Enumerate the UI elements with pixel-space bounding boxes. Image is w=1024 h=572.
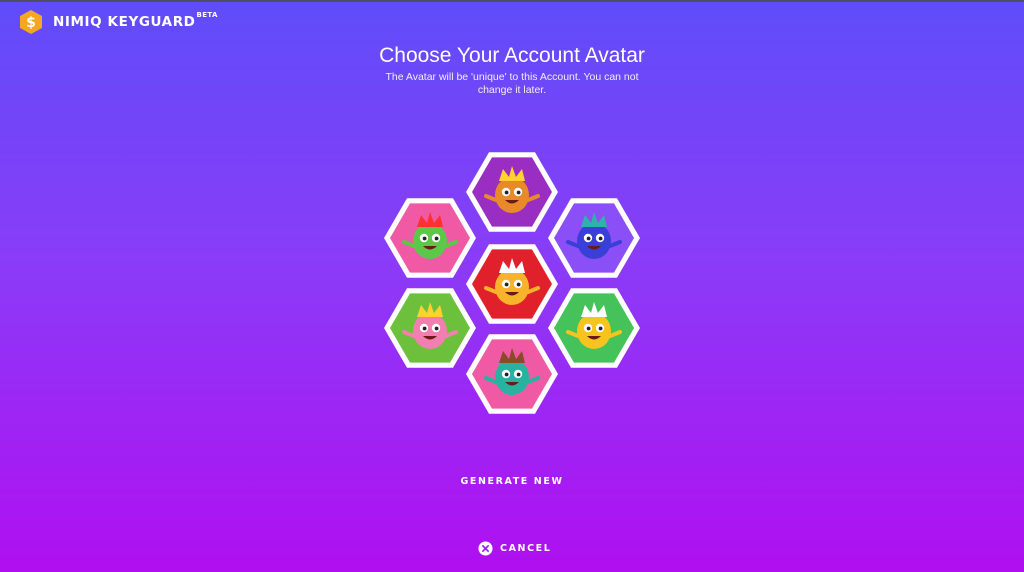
avatar-option-lower-left[interactable] (384, 288, 476, 368)
avatar-option-center[interactable] (466, 244, 558, 324)
generate-new-button[interactable]: GENERATE NEW (0, 476, 1024, 487)
close-circle-icon (478, 541, 493, 556)
avatar-option-top[interactable] (466, 152, 558, 232)
avatar-grid (382, 146, 642, 418)
page-title: Choose Your Account Avatar (379, 44, 645, 67)
app-header: $ NIMIQ KEYGUARD BETA (18, 9, 218, 35)
nimiq-logo-icon: $ (20, 10, 42, 34)
svg-text:$: $ (26, 15, 36, 31)
avatar-option-upper-right[interactable] (548, 198, 640, 278)
avatar-option-lower-right[interactable] (548, 288, 640, 368)
page-subtitle: The Avatar will be 'unique' to this Acco… (385, 71, 639, 96)
cancel-label: CANCEL (500, 543, 552, 554)
avatar-option-bottom[interactable] (466, 334, 558, 414)
window-top-edge (0, 0, 1024, 2)
beta-badge: BETA (196, 11, 218, 19)
avatar-option-upper-left[interactable] (384, 198, 476, 278)
app-brand-name: NIMIQ KEYGUARD (53, 14, 196, 30)
cancel-button[interactable]: CANCEL (478, 541, 551, 556)
